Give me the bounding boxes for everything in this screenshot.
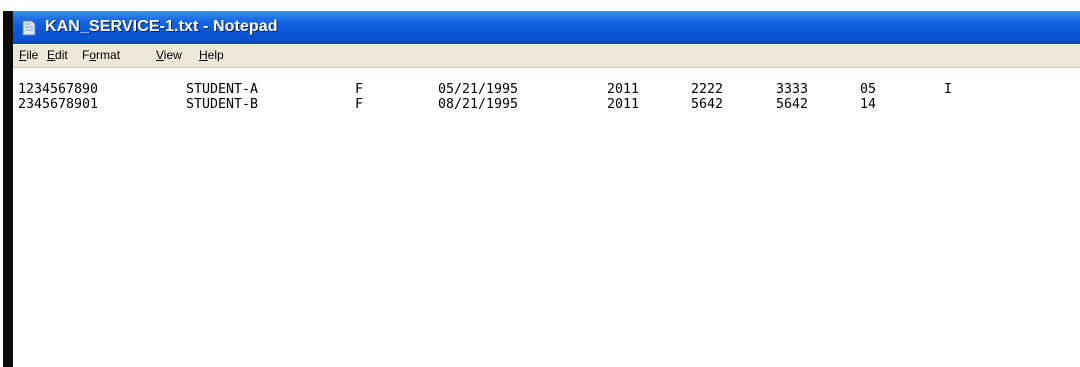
birth-date: 05/21/1995 [438, 82, 519, 97]
menu-view-label: iew [163, 48, 182, 62]
code-2: 3333 [776, 82, 809, 97]
menu-bar: File Edit Format View Help [13, 45, 1080, 68]
menu-help-label: elp [207, 48, 224, 62]
text-editor[interactable]: 1234567890 STUDENT-A F 05/21/1995 2011 2… [13, 68, 1080, 367]
gender: F [355, 82, 364, 97]
menu-help[interactable]: Help [199, 48, 224, 62]
menu-help-mnemonic: H [199, 48, 208, 62]
code-3: 14 [860, 97, 877, 112]
record-id: 2345678901 [18, 97, 99, 112]
window-title: KAN_SERVICE-1.txt - Notepad [45, 18, 278, 35]
screen: KAN_SERVICE-1.txt - Notepad File Edit Fo… [0, 0, 1080, 367]
record-id: 1234567890 [18, 82, 99, 97]
text-line-1: 1234567890 STUDENT-A F 05/21/1995 2011 2… [18, 82, 952, 98]
student-name: STUDENT-B [186, 97, 259, 112]
code-1: 2222 [691, 82, 724, 97]
menu-edit-label: dit [55, 48, 68, 62]
year: 2011 [607, 97, 640, 112]
birth-date: 08/21/1995 [438, 97, 519, 112]
gender: F [355, 97, 364, 112]
text-line-2: 2345678901 STUDENT-B F 08/21/1995 2011 5… [18, 97, 876, 113]
menu-file[interactable]: File [19, 48, 38, 62]
code-3: 05 [860, 82, 877, 97]
menu-edit-mnemonic: E [47, 48, 56, 62]
year: 2011 [607, 82, 640, 97]
notepad-icon [22, 20, 36, 36]
menu-view[interactable]: View [156, 48, 182, 62]
code-1: 5642 [691, 97, 724, 112]
code-2: 5642 [776, 97, 809, 112]
menu-view-mnemonic: V [156, 48, 164, 62]
title-bar[interactable]: KAN_SERVICE-1.txt - Notepad [13, 11, 1080, 44]
menu-format-label: rmat [96, 48, 121, 62]
menu-edit[interactable]: Edit [47, 48, 68, 62]
flag: I [944, 82, 953, 97]
menu-file-label: ile [26, 48, 39, 62]
student-name: STUDENT-A [186, 82, 259, 97]
menu-format[interactable]: Format [82, 48, 120, 62]
